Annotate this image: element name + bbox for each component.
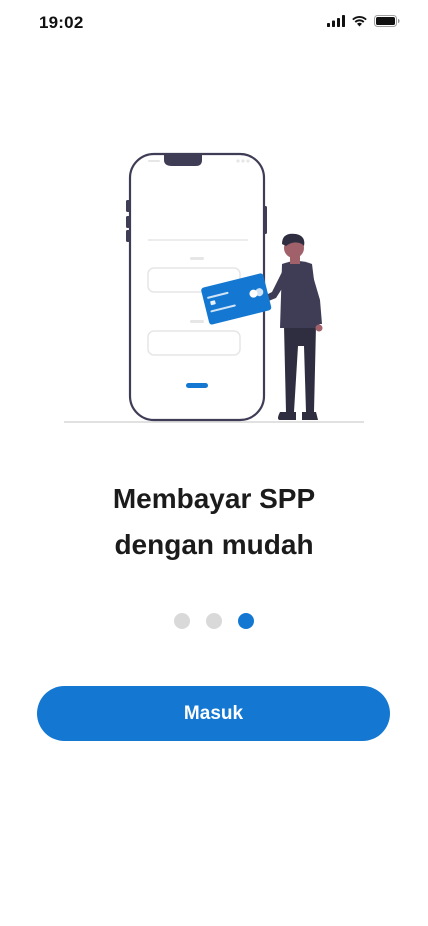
status-icons: [327, 15, 400, 27]
battery-icon: [374, 15, 400, 27]
signal-icon: [327, 15, 345, 27]
page-dot-3-active[interactable]: [238, 613, 254, 629]
headline-line-2: dengan mudah: [114, 529, 314, 560]
page-dot-2[interactable]: [206, 613, 222, 629]
phone-payment-illustration: [58, 150, 368, 430]
status-time: 19:02: [39, 13, 84, 32]
headline-line-1: Membayar SPP: [112, 483, 316, 514]
wifi-icon: [352, 16, 367, 27]
status-bar: 19:02: [0, 0, 428, 46]
person-figure: [264, 233, 323, 420]
page-dot-1[interactable]: [174, 613, 190, 629]
login-button[interactable]: Masuk: [37, 686, 390, 741]
page-indicator: [0, 613, 428, 629]
onboarding-headline: Membayar SPP dengan mudah: [0, 476, 428, 568]
